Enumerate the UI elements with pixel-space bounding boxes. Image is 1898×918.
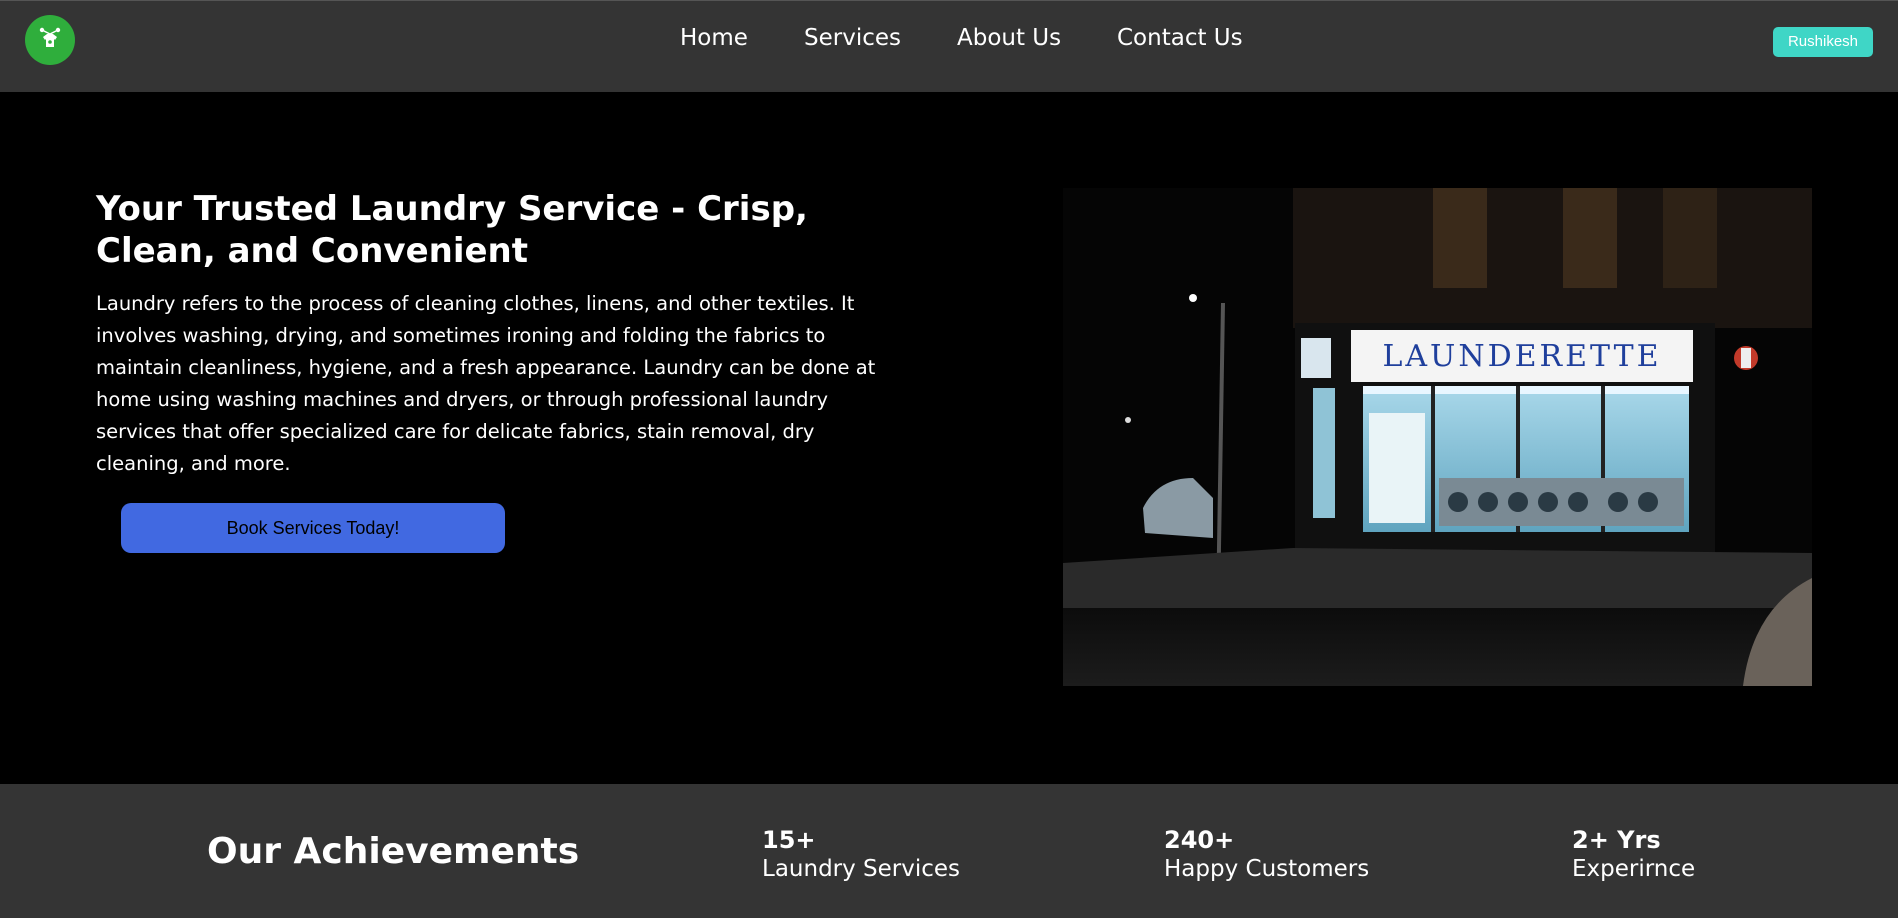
user-profile-button[interactable]: Rushikesh [1773,27,1873,57]
stat-customers: 240+ Happy Customers [1164,826,1369,884]
stat-value: 15+ [762,826,816,854]
nav-link-services[interactable]: Services [804,25,901,51]
achievements-section: Our Achievements 15+ Laundry Services 24… [0,784,1898,918]
stat-value: 2+ Yrs [1572,826,1661,854]
hero-description: Laundry refers to the process of cleanin… [96,292,876,475]
hero-section: Your Trusted Laundry Service - Crisp, Cl… [0,92,1898,784]
stat-label: Experirnce [1572,856,1696,882]
achievements-title: Our Achievements [207,831,580,872]
stat-services: 15+ Laundry Services [762,826,960,884]
nav-link-about-us[interactable]: About Us [957,25,1061,51]
stat-label: Happy Customers [1164,856,1370,882]
nav-links: Home Services About Us Contact Us [0,25,1898,59]
nav-link-home[interactable]: Home [680,25,748,51]
top-navbar: Home Services About Us Contact Us Rushik… [0,0,1898,92]
stat-experience: 2+ Yrs Experirnce [1572,826,1695,884]
launderette-photo: LAUNDERETTE [1063,188,1812,686]
stat-value: 240+ [1164,826,1235,854]
stat-label: Laundry Services [762,856,961,882]
book-services-button[interactable]: Book Services Today! [121,503,505,553]
nav-link-contact-us[interactable]: Contact Us [1117,25,1243,51]
launderette-sign-text: LAUNDERETTE [1382,339,1661,374]
hero-title: Your Trusted Laundry Service - Crisp, Cl… [96,189,808,271]
